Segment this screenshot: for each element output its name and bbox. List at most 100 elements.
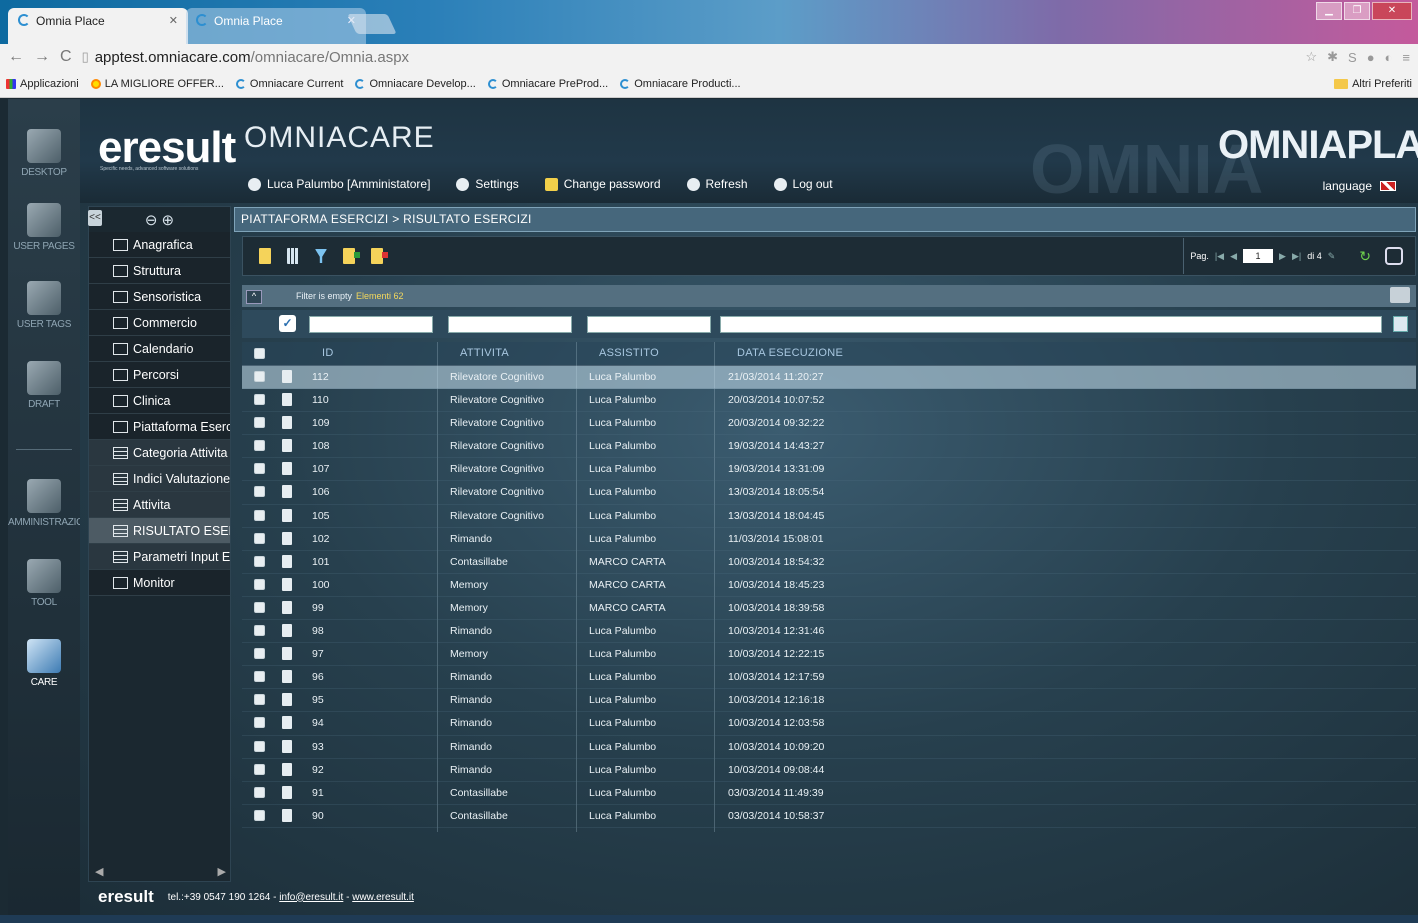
- tree-item[interactable]: Percorsi: [89, 362, 230, 388]
- table-row[interactable]: 96 Rimando Luca Palumbo 10/03/2014 12:17:59: [242, 666, 1416, 690]
- table-row[interactable]: 106 Rilevatore Cognitivo Luca Palumbo 13/03…: [242, 481, 1416, 505]
- open-record-icon[interactable]: [282, 577, 292, 591]
- open-record-icon[interactable]: [282, 370, 292, 383]
- row-checkbox[interactable]: [254, 371, 265, 382]
- export-pdf-icon[interactable]: [371, 248, 388, 264]
- footer-email-link[interactable]: info@eresult.it: [279, 892, 343, 903]
- module-desktop[interactable]: DESKTOP: [8, 129, 80, 178]
- browser-tab-active[interactable]: Omnia Place ✕: [8, 8, 188, 44]
- bookmark-offer[interactable]: LA MIGLIORE OFFER...: [90, 78, 224, 90]
- open-record-icon[interactable]: [282, 531, 292, 545]
- page-number-input[interactable]: 1: [1243, 249, 1274, 263]
- next-page-icon[interactable]: ▶: [1279, 251, 1286, 262]
- scroll-left-icon[interactable]: ◀: [95, 865, 103, 881]
- calculator-icon[interactable]: [1385, 247, 1403, 265]
- table-row[interactable]: 100 Memory MARCO CARTA 10/03/2014 18:45:23: [242, 574, 1416, 597]
- collapse-tree-button[interactable]: <<: [88, 210, 102, 226]
- filter-icon[interactable]: [315, 249, 327, 263]
- open-record-icon[interactable]: [282, 693, 292, 707]
- table-row[interactable]: 90 Contasillabe Luca Palumbo 03/03/2014 10:…: [242, 805, 1416, 828]
- reload-grid-icon[interactable]: ↻: [1359, 248, 1371, 265]
- row-checkbox[interactable]: [254, 440, 265, 452]
- open-record-icon[interactable]: [282, 416, 292, 430]
- logout-button[interactable]: Log out: [773, 177, 833, 191]
- module-user-pages[interactable]: USER PAGES: [8, 203, 80, 252]
- module-care[interactable]: CARE: [8, 639, 80, 688]
- row-checkbox[interactable]: [254, 463, 265, 475]
- row-checkbox[interactable]: [254, 532, 265, 544]
- column-header-attivita[interactable]: ATTIVITA: [460, 347, 509, 359]
- row-checkbox[interactable]: [254, 694, 265, 706]
- first-page-icon[interactable]: |◀: [1215, 251, 1224, 262]
- other-bookmarks[interactable]: Altri Preferiti: [1334, 78, 1412, 90]
- close-window-icon[interactable]: ✕: [1372, 2, 1412, 20]
- tree-item[interactable]: Sensoristica: [89, 284, 230, 310]
- row-checkbox[interactable]: [254, 625, 265, 637]
- calendar-icon[interactable]: [1393, 316, 1408, 332]
- table-row[interactable]: 97 Memory Luca Palumbo 10/03/2014 12:22:15: [242, 643, 1416, 667]
- open-record-icon[interactable]: [282, 462, 292, 476]
- filter-data-input[interactable]: [720, 316, 1382, 333]
- extension-icon[interactable]: ◐: [1385, 50, 1393, 65]
- open-record-icon[interactable]: [282, 600, 292, 614]
- row-checkbox[interactable]: [254, 809, 265, 821]
- edit-page-icon[interactable]: ✎: [1328, 251, 1336, 262]
- open-record-icon[interactable]: [282, 508, 292, 522]
- browser-tab-inactive[interactable]: Omnia Place ✕: [186, 8, 366, 44]
- new-tab-button[interactable]: [347, 14, 397, 34]
- open-record-icon[interactable]: [282, 485, 292, 499]
- tree-item[interactable]: Anagrafica: [89, 232, 230, 258]
- tree-item[interactable]: Clinica: [89, 388, 230, 414]
- last-page-icon[interactable]: ▶|: [1292, 251, 1301, 262]
- close-tab-icon[interactable]: ✕: [169, 14, 178, 27]
- table-row[interactable]: 91 Contasillabe Luca Palumbo 03/03/2014 11:…: [242, 782, 1416, 805]
- tree-scrollbar[interactable]: ◀ ▶: [89, 865, 232, 881]
- reload-icon[interactable]: C: [60, 48, 72, 66]
- apply-filter-checkbox[interactable]: ✓: [279, 315, 296, 332]
- column-header-assistito[interactable]: ASSISTITO: [599, 347, 659, 359]
- table-row[interactable]: 108 Rilevatore Cognitivo Luca Palumbo 19/03…: [242, 435, 1416, 459]
- module-draft[interactable]: DRAFT: [8, 361, 80, 410]
- tree-item[interactable]: Categoria Attivita: [89, 440, 230, 466]
- language-selector[interactable]: language: [1323, 179, 1396, 193]
- bookmark-omniacare-current[interactable]: Omniacare Current: [235, 78, 343, 90]
- module-tool[interactable]: TOOL: [8, 559, 80, 608]
- row-checkbox[interactable]: [254, 417, 265, 429]
- minimize-icon[interactable]: ▁: [1316, 2, 1342, 20]
- row-checkbox[interactable]: [254, 555, 265, 567]
- open-record-icon[interactable]: [282, 670, 292, 684]
- select-all-checkbox[interactable]: [254, 348, 265, 359]
- table-row[interactable]: 92 Rimando Luca Palumbo 10/03/2014 09:08:44: [242, 759, 1416, 782]
- adblock-icon[interactable]: ●: [1367, 50, 1375, 65]
- footer-site-link[interactable]: www.eresult.it: [352, 892, 414, 903]
- extension-s-icon[interactable]: S: [1348, 50, 1357, 65]
- tree-item[interactable]: RISULTATO ESERCIZI: [89, 518, 230, 544]
- row-checkbox[interactable]: [254, 671, 265, 683]
- open-record-icon[interactable]: [282, 439, 292, 453]
- bookmark-apps[interactable]: Applicazioni: [6, 78, 79, 90]
- open-record-icon[interactable]: [282, 808, 292, 822]
- open-record-icon[interactable]: [282, 554, 292, 568]
- table-row[interactable]: 105 Rilevatore Cognitivo Luca Palumbo 13/03…: [242, 505, 1416, 528]
- row-checkbox[interactable]: [254, 763, 265, 775]
- open-record-icon[interactable]: [282, 785, 292, 799]
- row-checkbox[interactable]: [254, 486, 265, 498]
- tree-item[interactable]: Calendario: [89, 336, 230, 362]
- forward-icon[interactable]: →: [34, 48, 50, 66]
- row-checkbox[interactable]: [254, 740, 265, 752]
- tree-item[interactable]: Piattaforma Esercizi: [89, 414, 230, 440]
- table-row[interactable]: 98 Rimando Luca Palumbo 10/03/2014 12:31:46: [242, 620, 1416, 644]
- row-checkbox[interactable]: [254, 509, 265, 521]
- row-checkbox[interactable]: [254, 786, 265, 798]
- row-checkbox[interactable]: [254, 578, 265, 590]
- new-record-icon[interactable]: [259, 248, 271, 264]
- extension-icon[interactable]: ✱: [1327, 49, 1338, 65]
- open-record-icon[interactable]: [282, 739, 292, 753]
- column-header-id[interactable]: ID: [322, 347, 334, 359]
- settings-button[interactable]: Settings: [456, 177, 519, 191]
- refresh-button[interactable]: Refresh: [686, 177, 748, 191]
- restore-icon[interactable]: ❐: [1344, 2, 1370, 20]
- bookmark-omniacare-preprod[interactable]: Omniacare PreProd...: [487, 78, 608, 90]
- tree-item[interactable]: Monitor: [89, 570, 230, 596]
- column-header-data-esecuzione[interactable]: DATA ESECUZIONE: [737, 347, 843, 359]
